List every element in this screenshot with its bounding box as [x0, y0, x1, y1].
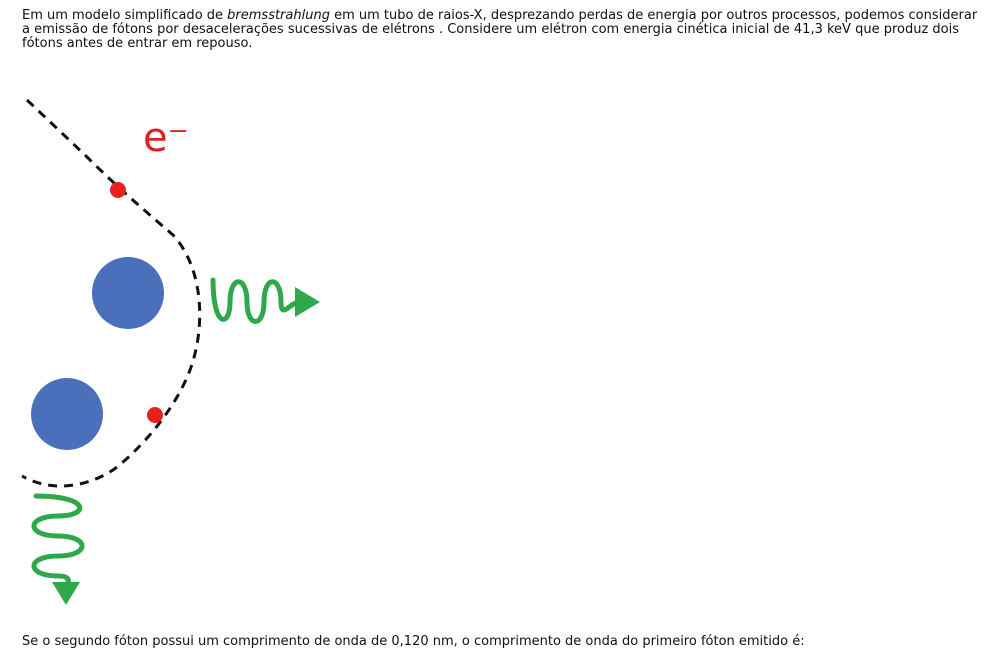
electron-dot-initial: [110, 182, 126, 198]
bremsstrahlung-term: bremsstrahlung: [227, 8, 330, 23]
nucleus-upper: [92, 257, 164, 329]
diagram-canvas: [21, 98, 320, 605]
second-photon-arrow: [31, 493, 85, 605]
nucleus-lower: [31, 378, 103, 450]
bremsstrahlung-diagram: e⁻: [0, 80, 360, 620]
problem-statement: Em um modelo simplificado de bremsstrahl…: [22, 9, 982, 51]
statement-text-start: Em um modelo simplificado de: [22, 8, 228, 23]
electron-dot-after-first-photon: [147, 407, 163, 423]
first-photon-arrow: [210, 277, 320, 324]
electron-label: e⁻: [143, 115, 189, 161]
question-text: Se o segundo fóton possui um comprimento…: [22, 634, 805, 649]
